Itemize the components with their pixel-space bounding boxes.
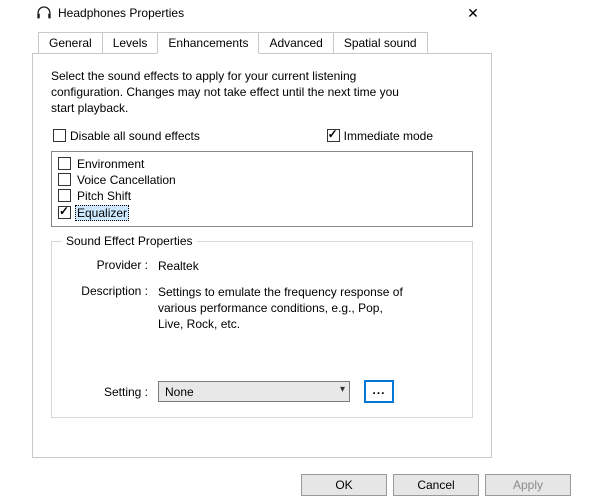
effect-item-voice-cancellation[interactable]: Voice Cancellation	[58, 172, 466, 188]
window-title: Headphones Properties	[58, 6, 456, 20]
setting-more-button[interactable]: ...	[364, 380, 394, 403]
effect-item-environment[interactable]: Environment	[58, 156, 466, 172]
setting-select-value: None	[165, 385, 194, 399]
checkbox-icon	[58, 206, 71, 219]
sound-effect-properties-group: Sound Effect Properties Provider : Realt…	[51, 241, 473, 419]
dialog-footer: OK Cancel Apply	[301, 474, 571, 496]
description-label: Description :	[66, 284, 158, 333]
disable-all-effects-label: Disable all sound effects	[70, 129, 200, 143]
effect-label: Pitch Shift	[77, 189, 131, 203]
immediate-mode-checkbox[interactable]: Immediate mode	[327, 129, 433, 143]
cancel-button[interactable]: Cancel	[393, 474, 479, 496]
effect-label: Voice Cancellation	[77, 173, 176, 187]
effects-list: Environment Voice Cancellation Pitch Shi…	[51, 151, 473, 227]
effect-item-equalizer[interactable]: Equalizer	[58, 204, 466, 222]
provider-label: Provider :	[66, 258, 158, 274]
setting-label: Setting :	[66, 385, 158, 399]
checkbox-icon	[58, 189, 71, 202]
group-legend: Sound Effect Properties	[62, 234, 197, 248]
tab-strip: General Levels Enhancements Advanced Spa…	[32, 32, 492, 54]
dialog-window: Headphones Properties ✕ General Levels E…	[32, 0, 492, 458]
provider-value: Realtek	[158, 258, 408, 274]
setting-select[interactable]: None ▾	[158, 381, 350, 402]
tab-advanced[interactable]: Advanced	[258, 32, 333, 54]
apply-button[interactable]: Apply	[485, 474, 571, 496]
tab-panel-enhancements: Select the sound effects to apply for yo…	[32, 54, 492, 458]
tab-enhancements[interactable]: Enhancements	[157, 32, 259, 54]
chevron-down-icon: ▾	[340, 384, 345, 395]
disable-all-effects-checkbox[interactable]: Disable all sound effects	[53, 129, 200, 143]
tab-spatial-sound[interactable]: Spatial sound	[333, 32, 428, 54]
checkbox-icon	[58, 157, 71, 170]
checkbox-icon	[327, 129, 340, 142]
checkbox-icon	[53, 129, 66, 142]
headphones-icon	[36, 6, 52, 20]
tab-levels[interactable]: Levels	[102, 32, 159, 54]
immediate-mode-label: Immediate mode	[344, 129, 433, 143]
intro-text: Select the sound effects to apply for yo…	[51, 68, 411, 117]
effect-label: Equalizer	[75, 205, 129, 221]
effect-label: Environment	[77, 157, 144, 171]
titlebar: Headphones Properties ✕	[32, 0, 492, 28]
ok-button[interactable]: OK	[301, 474, 387, 496]
effect-item-pitch-shift[interactable]: Pitch Shift	[58, 188, 466, 204]
checkbox-icon	[58, 173, 71, 186]
description-value: Settings to emulate the frequency respon…	[158, 284, 408, 333]
tab-general[interactable]: General	[38, 32, 103, 54]
close-button[interactable]: ✕	[456, 4, 490, 22]
